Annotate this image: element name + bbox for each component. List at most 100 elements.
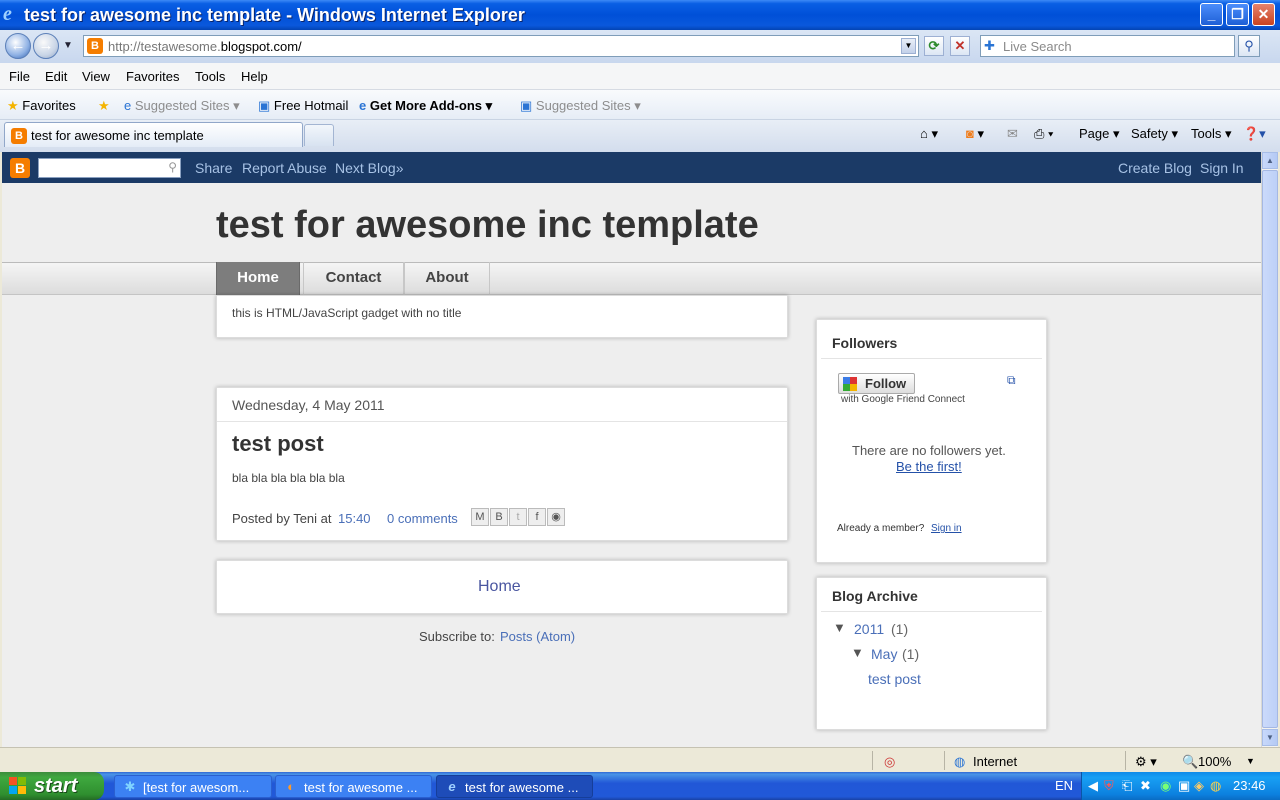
archive-month-count: (1)	[902, 646, 920, 662]
taskbar-item-2-label: test for awesome ...	[304, 780, 418, 795]
sign-in-link[interactable]: Sign In	[1200, 160, 1244, 176]
start-button[interactable]: start	[0, 772, 104, 800]
blogthis-share-icon[interactable]: B	[490, 508, 508, 526]
twitter-share-icon[interactable]: t	[509, 508, 527, 526]
live-search-icon: ✚	[984, 38, 995, 53]
scroll-down-icon[interactable]: ▼	[1262, 729, 1278, 746]
protected-mode-icon[interactable]: ⚙ ▾	[1135, 754, 1157, 770]
address-dropdown-icon[interactable]: ▼	[901, 38, 916, 54]
blog-search-input[interactable]: ⚲	[38, 158, 181, 178]
update-tray-icon[interactable]: ◈	[1194, 778, 1204, 794]
email-share-icon[interactable]: M	[471, 508, 489, 526]
scroll-up-icon[interactable]: ▲	[1262, 152, 1278, 169]
taskbar-item-1[interactable]: ✱ [test for awesom...	[114, 775, 272, 798]
wifi-tray-icon[interactable]: ◉	[1160, 778, 1171, 794]
search-icon[interactable]: ⚲	[168, 160, 177, 174]
page-menu[interactable]: Page ▾	[1079, 126, 1120, 142]
facebook-share-icon[interactable]: f	[528, 508, 546, 526]
safety-menu[interactable]: Safety ▾	[1131, 126, 1178, 142]
menu-help[interactable]: Help	[241, 69, 268, 84]
recent-pages-dropdown[interactable]: ▼	[63, 40, 73, 51]
favorites-button[interactable]: ★ Favorites	[7, 98, 76, 114]
popout-icon[interactable]: ⧉	[1007, 373, 1016, 388]
post-date: Wednesday, 4 May 2011	[232, 397, 385, 413]
tab-home[interactable]: Home	[216, 262, 300, 295]
share-buttons: M B t f ◉	[471, 508, 566, 526]
subscribe-atom-link[interactable]: Posts (Atom)	[500, 629, 575, 644]
maximize-button[interactable]: ❐	[1226, 3, 1249, 26]
privacy-icon[interactable]: ◎	[884, 754, 895, 770]
post-comments-link[interactable]: 0 comments	[387, 511, 458, 526]
forward-button[interactable]: →	[33, 33, 59, 59]
window-title-bar[interactable]: e test for awesome inc template - Window…	[0, 0, 1280, 30]
new-tab-button[interactable]	[304, 124, 334, 146]
tab-about[interactable]: About	[404, 262, 490, 295]
live-search-input[interactable]: ✚ Live Search	[980, 35, 1235, 57]
blog-title[interactable]: test for awesome inc template	[216, 204, 759, 247]
follow-button[interactable]: Follow	[838, 373, 915, 394]
menu-view[interactable]: View	[82, 69, 110, 84]
search-go-button[interactable]: ⚲	[1238, 35, 1260, 57]
connection-tray-icon[interactable]: ▣	[1178, 778, 1190, 794]
clock[interactable]: 23:46	[1233, 778, 1266, 793]
menu-favorites[interactable]: Favorites	[126, 69, 179, 84]
menu-file[interactable]: File	[9, 69, 30, 84]
free-hotmail-link[interactable]: ▣ Free Hotmail	[258, 98, 348, 114]
read-mail-icon[interactable]: ✉	[1007, 126, 1018, 142]
home-link[interactable]: Home	[478, 578, 521, 596]
refresh-button[interactable]: ⟳	[924, 36, 944, 56]
gfc-text: with Google Friend Connect	[841, 394, 965, 405]
scroll-thumb[interactable]	[1262, 170, 1278, 728]
year-toggle-icon[interactable]: ▼	[833, 620, 846, 635]
post-time-link[interactable]: 15:40	[338, 511, 371, 526]
archive-heading: Blog Archive	[832, 588, 918, 604]
stop-button[interactable]: ✕	[950, 36, 970, 56]
language-indicator[interactable]: EN	[1055, 778, 1073, 793]
archive-post-link[interactable]: test post	[868, 671, 921, 687]
share-link[interactable]: Share	[195, 160, 232, 176]
page-viewport[interactable]: B ⚲ Share Report Abuse Next Blog» Create…	[2, 152, 1261, 747]
add-favorite-icon[interactable]: ★	[98, 98, 110, 114]
taskbar-item-3[interactable]: e test for awesome ...	[436, 775, 593, 798]
followers-sign-in-link[interactable]: Sign in	[931, 523, 962, 534]
be-first-link[interactable]: Be the first!	[896, 459, 962, 474]
blogger-logo-icon[interactable]: B	[10, 158, 30, 178]
tray-back-icon[interactable]: ◀	[1088, 778, 1098, 794]
tab-contact[interactable]: Contact	[303, 262, 404, 295]
chrome-tray-icon[interactable]: ◍	[1210, 778, 1221, 794]
menu-edit[interactable]: Edit	[45, 69, 67, 84]
archive-year-link[interactable]: 2011	[854, 621, 884, 637]
minimize-button[interactable]: _	[1200, 3, 1223, 26]
suggested-sites-2[interactable]: ▣ Suggested Sites ▾	[520, 98, 641, 114]
next-blog-link[interactable]: Next Blog»	[335, 160, 403, 176]
close-button[interactable]: ✕	[1252, 3, 1275, 26]
suggested-sites-1[interactable]: e Suggested Sites ▾	[124, 98, 240, 114]
zoom-dropdown-icon[interactable]: ▼	[1246, 756, 1255, 766]
blogger-favicon-icon: B	[87, 38, 103, 54]
post-title[interactable]: test post	[232, 431, 324, 457]
create-blog-link[interactable]: Create Blog	[1118, 160, 1192, 176]
menu-tools[interactable]: Tools	[195, 69, 225, 84]
report-abuse-link[interactable]: Report Abuse	[242, 160, 327, 176]
help-icon[interactable]: ❓▾	[1243, 126, 1266, 142]
taskbar-item-2[interactable]: ◐ test for awesome ...	[275, 775, 432, 798]
address-field[interactable]: B http://testawesome.blogspot.com/ ▼	[83, 35, 919, 57]
security-zone[interactable]: Internet	[973, 754, 1017, 769]
tools-menu[interactable]: Tools ▾	[1191, 126, 1232, 142]
browser-tab[interactable]: B test for awesome inc template	[4, 122, 303, 147]
firefox-icon: ◐	[287, 779, 295, 794]
get-addons-link[interactable]: e Get More Add-ons ▾	[359, 98, 492, 114]
feeds-icon[interactable]: ◙ ▾	[966, 126, 984, 142]
url-prefix: http://testawesome.	[108, 39, 221, 54]
network-tray-icon[interactable]: ⎗	[1122, 778, 1132, 794]
zoom-level[interactable]: 100%	[1198, 754, 1231, 769]
back-button[interactable]: ←	[5, 33, 31, 59]
antivirus-tray-icon[interactable]: ⛨	[1104, 778, 1114, 794]
firewall-tray-icon[interactable]: ✖	[1140, 778, 1151, 794]
archive-month-link[interactable]: May	[871, 646, 897, 662]
vertical-scrollbar[interactable]: ▲ ▼	[1261, 152, 1278, 747]
print-icon[interactable]: ⎙ ▾	[1034, 126, 1053, 142]
buzz-share-icon[interactable]: ◉	[547, 508, 565, 526]
home-icon[interactable]: ⌂ ▾	[920, 126, 938, 142]
month-toggle-icon[interactable]: ▼	[851, 645, 864, 660]
